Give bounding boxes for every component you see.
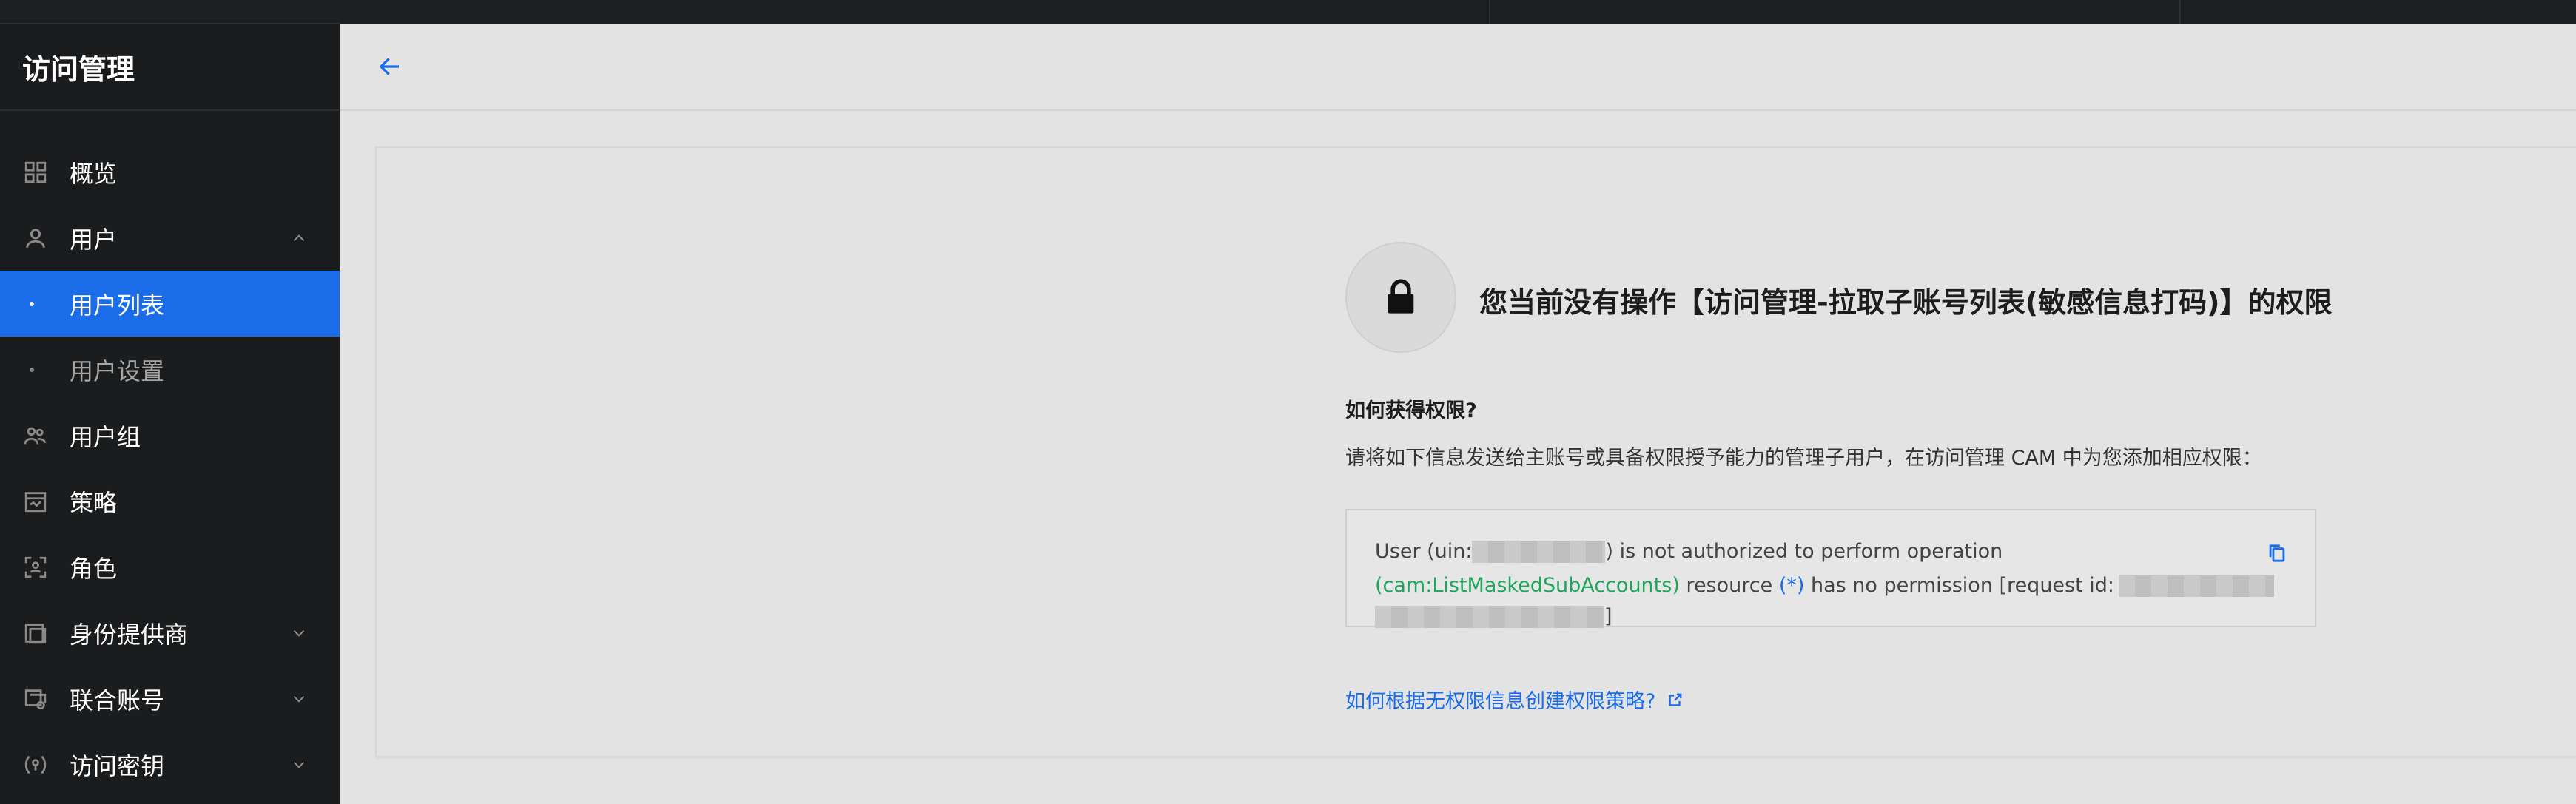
sidebar-item-access-keys[interactable]: 访问密钥 (0, 732, 340, 797)
back-arrow-icon[interactable] (375, 53, 405, 80)
page-header (340, 24, 2576, 111)
help-link-label: 如何根据无权限信息创建权限策略? (1345, 690, 1656, 713)
sidebar-item-label: 身份提供商 (70, 620, 189, 649)
create-policy-help-link[interactable]: 如何根据无权限信息创建权限策略? (1345, 685, 1684, 714)
federated-account-icon (22, 686, 49, 712)
permission-panel: 您当前没有操作【访问管理-拉取子账号列表(敏感信息打码)】的权限 如何获得权限?… (375, 146, 2576, 757)
sidebar: 访问管理 概览 用户 用户列表 用户设置 用户组 策略 角色 身份提供商 联合账… (0, 24, 340, 804)
identity-provider-icon (22, 620, 49, 646)
how-to-get-permission-title: 如何获得权限? (1345, 399, 1477, 422)
sidebar-item-federated-accounts[interactable]: 联合账号 (0, 666, 340, 732)
sidebar-item-label: 用户组 (70, 422, 141, 451)
sidebar-item-label: 用户列表 (70, 291, 165, 320)
bullet-icon (30, 367, 34, 372)
bullet-icon (30, 301, 34, 306)
error-message-box: User (uin: ) is not authorized to perfor… (1345, 509, 2316, 628)
how-to-get-permission-description: 请将如下信息发送给主账号或具备权限授予能力的管理子用户，在访问管理 CAM 中为… (1345, 447, 2262, 470)
lock-icon (1388, 279, 1414, 314)
sidebar-title: 访问管理 (0, 24, 340, 111)
top-bar-divider (1489, 0, 1490, 24)
sidebar-item-label: 访问密钥 (70, 751, 165, 780)
chevron-down-icon[interactable] (289, 755, 309, 774)
sidebar-item-label: 联合账号 (70, 686, 165, 715)
sidebar-item-user-settings[interactable]: 用户设置 (0, 337, 340, 402)
sidebar-item-overview[interactable]: 概览 (0, 139, 340, 205)
permission-title: 您当前没有操作【访问管理-拉取子账号列表(敏感信息打码)】的权限 (1479, 286, 2333, 319)
role-icon (22, 554, 49, 581)
sidebar-nav: 概览 用户 用户列表 用户设置 用户组 策略 角色 身份提供商 联合账号 访问密… (0, 139, 340, 797)
chevron-down-icon[interactable] (289, 624, 309, 643)
sidebar-item-roles[interactable]: 角色 (0, 534, 340, 600)
user-group-icon (22, 422, 49, 449)
error-text: User (uin: (1375, 540, 1473, 563)
masked-uin (1472, 540, 1606, 563)
sidebar-item-identity-providers[interactable]: 身份提供商 (0, 600, 340, 666)
error-text: ) is not authorized to perform operation (1605, 540, 2003, 563)
error-text: ] (1604, 605, 1612, 628)
error-line: User (uin: ) is not authorized to perfor… (1375, 540, 2002, 563)
dashboard-icon (22, 159, 49, 186)
error-text: has no permission [request id: (1804, 574, 2115, 597)
external-link-icon (1669, 693, 1682, 706)
sidebar-item-label: 角色 (70, 554, 118, 583)
chevron-down-icon[interactable] (289, 689, 309, 709)
user-icon (22, 225, 49, 251)
top-bar (0, 0, 2576, 24)
chevron-up-icon[interactable] (289, 229, 309, 248)
error-text: resource (1679, 574, 1779, 597)
resource-name: (*) (1778, 574, 1805, 597)
sidebar-item-policies[interactable]: 策略 (0, 468, 340, 534)
sidebar-item-label: 概览 (70, 159, 118, 188)
sidebar-item-label: 策略 (70, 488, 118, 517)
sidebar-item-label: 用户 (70, 225, 118, 254)
policy-icon (22, 488, 49, 515)
access-key-icon (22, 751, 49, 778)
top-bar-divider (2179, 0, 2181, 24)
masked-request-id (2119, 574, 2275, 597)
lock-badge (1345, 242, 1456, 353)
sidebar-item-users[interactable]: 用户 (0, 205, 340, 271)
error-line: (cam:ListMaskedSubAccounts) resource (*)… (1375, 574, 2275, 597)
sidebar-item-user-list[interactable]: 用户列表 (0, 271, 340, 337)
error-line: ] (1375, 605, 1612, 628)
sidebar-item-user-groups[interactable]: 用户组 (0, 402, 340, 468)
operation-name: (cam:ListMaskedSubAccounts) (1375, 574, 1680, 597)
copy-icon[interactable] (2267, 543, 2287, 564)
sidebar-item-label: 用户设置 (70, 357, 165, 385)
masked-request-id (1375, 605, 1604, 628)
